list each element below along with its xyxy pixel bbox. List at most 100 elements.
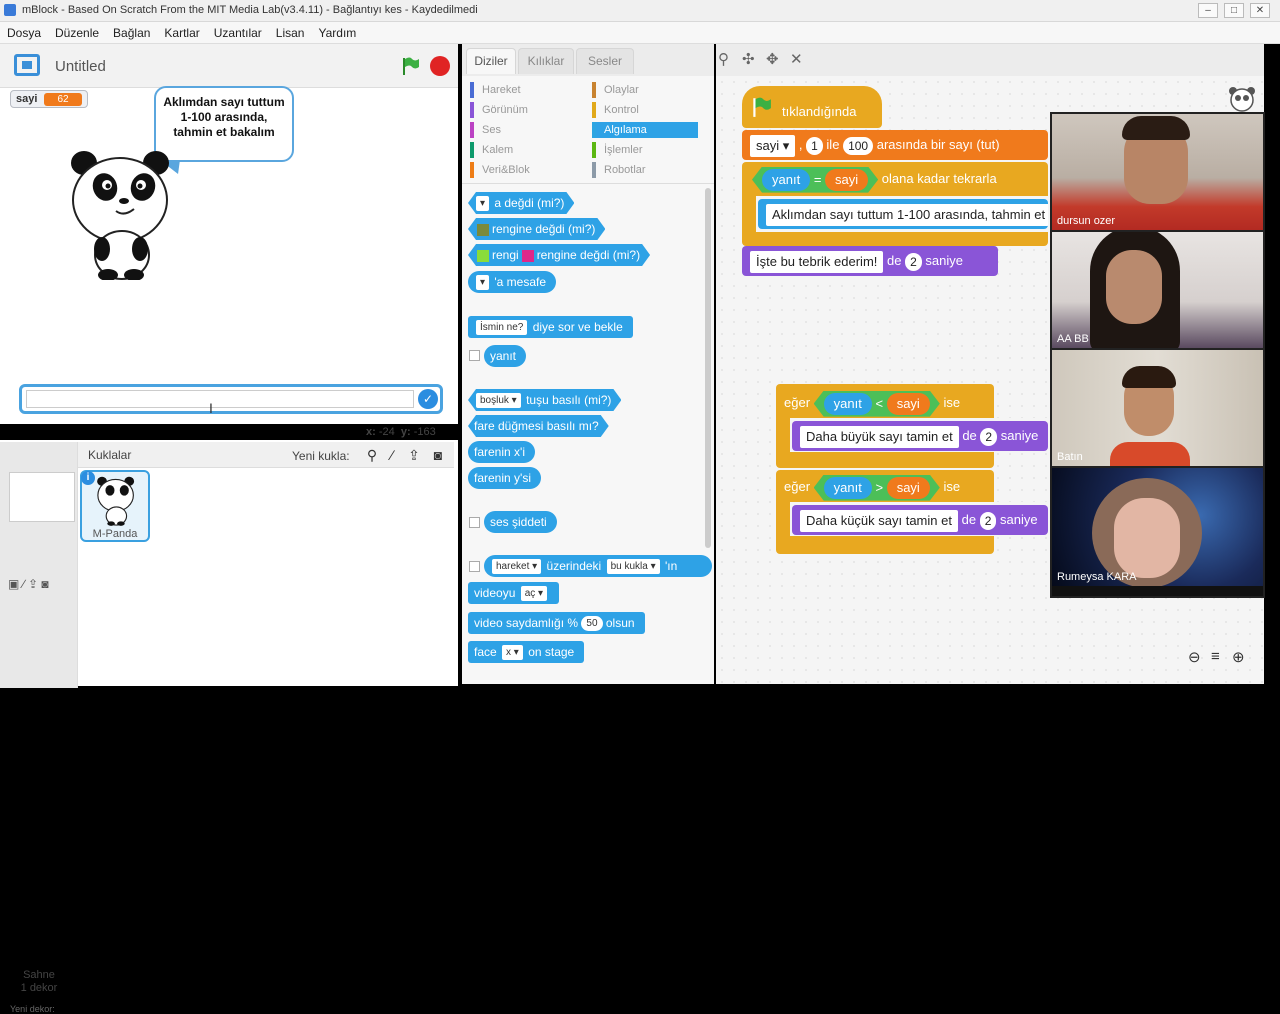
if-greater-header: eğer yanıt > sayi ise [776, 472, 994, 502]
menu-boards[interactable]: Kartlar [157, 22, 206, 40]
variable-monitor: sayi 62 [10, 90, 88, 108]
block-face-on-stage[interactable]: face x ▾ on stage [468, 641, 585, 663]
menu-extensions[interactable]: Uzantılar [207, 22, 269, 40]
ask-block[interactable]: Aklımdan sayı tuttum 1-100 arasında, tah… [758, 199, 1048, 229]
block-touching[interactable]: ▾ a değdi (mi?) [468, 192, 574, 214]
new-backdrop-label: Yeni dekor: [10, 1004, 55, 1014]
answer-input[interactable] [26, 390, 414, 408]
tab-scripts[interactable]: Diziler [466, 48, 516, 74]
participant-shirt [1110, 442, 1190, 466]
menu-file[interactable]: Dosya [0, 22, 48, 40]
zoom-out-icon[interactable]: ⊖ [1188, 648, 1201, 666]
sprites-title: Kuklalar [88, 448, 132, 462]
participant-face [1114, 498, 1180, 578]
say-for-secs-block[interactable]: İşte bu tebrik ederim! de 2 saniye [742, 246, 998, 276]
category-events[interactable]: Olaylar [592, 82, 698, 98]
menu-help[interactable]: Yardım [311, 22, 363, 40]
menu-bar: Dosya Düzenle Bağlan Kartlar Uzantılar Lisan Y… [0, 22, 1280, 44]
sprite-library-icon[interactable]: ⚲ [364, 447, 380, 463]
tab-costumes[interactable]: Kılıklar [518, 48, 574, 74]
block-video-transparency[interactable]: video saydamlığı % 50 olsun [468, 612, 645, 634]
block-distance-to[interactable]: ▾ 'a mesafe [468, 271, 557, 293]
block-touching-color[interactable]: rengine değdi (mi?) [468, 218, 605, 240]
minimize-button[interactable]: – [1198, 3, 1218, 18]
sprite-card[interactable]: i M-Panda [80, 470, 150, 542]
stop-icon[interactable] [430, 56, 450, 76]
duplicate-icon[interactable]: ⚲ [718, 50, 729, 68]
panda-sprite[interactable] [68, 145, 174, 280]
checkbox-video[interactable] [469, 561, 480, 572]
video-tile[interactable]: dursun ozer [1052, 114, 1263, 232]
categories-left: Hareket Görünüm Ses Kalem Veri&Blok [470, 82, 586, 178]
panda-thumbnail [97, 476, 135, 526]
category-sound[interactable]: Ses [470, 122, 586, 138]
answer-box: ✓ [19, 384, 443, 414]
maximize-button[interactable]: □ [1224, 3, 1244, 18]
new-sprite-label: Yeni kukla: [292, 449, 350, 463]
new-backdrop-tools[interactable]: ▣ ∕ ⇪ ◙ [8, 577, 49, 591]
block-ask-and-wait[interactable]: İsmin ne? diye sor ve bekle [468, 316, 633, 338]
block-loudness[interactable]: ses şiddeti [484, 511, 557, 533]
shrink-icon[interactable]: ✕ [790, 50, 803, 68]
block-turn-video[interactable]: videoyu aç ▾ [468, 582, 560, 604]
participant-hair [1122, 116, 1190, 140]
paint-sprite-icon[interactable]: ∕ [384, 447, 400, 463]
video-call-panel: dursun ozer AA BB Batın Rumeysa KARA [1050, 112, 1265, 598]
participant-name: dursun ozer [1057, 215, 1116, 227]
category-looks[interactable]: Görünüm [470, 102, 586, 118]
block-video-on[interactable]: hareket ▾ üzerindeki bu kukla ▾ 'ın [484, 555, 712, 577]
stage-thumbnail[interactable] [9, 472, 75, 522]
category-robots[interactable]: Robotlar [592, 162, 698, 178]
when-flag-clicked-block[interactable]: tıklandığında [742, 86, 882, 128]
menu-connect[interactable]: Bağlan [106, 22, 157, 40]
category-pen[interactable]: Kalem [470, 142, 586, 158]
window-title: mBlock - Based On Scratch From the MIT M… [22, 4, 478, 16]
speech-bubble: Aklımdan sayı tuttum 1-100 arasında, tah… [154, 86, 294, 162]
fullscreen-icon[interactable] [14, 54, 40, 76]
variable-name: sayi [16, 93, 38, 105]
close-button[interactable]: ✕ [1250, 3, 1270, 18]
camera-icon[interactable]: ◙ [430, 447, 446, 463]
zoom-in-icon[interactable]: ⊕ [1232, 648, 1245, 666]
repeat-until-header: yanıt = sayi olana kadar tekrarla [750, 164, 1048, 194]
upload-sprite-icon[interactable]: ⇪ [406, 447, 422, 463]
participant-face [1106, 250, 1162, 324]
checkbox-answer[interactable] [469, 350, 480, 361]
zoom-reset-icon[interactable]: ≡ [1211, 648, 1220, 665]
green-flag-icon [753, 97, 771, 117]
info-icon[interactable]: i [81, 471, 95, 485]
category-sensing[interactable]: Algılama [592, 122, 698, 138]
category-motion[interactable]: Hareket [470, 82, 586, 98]
submit-answer-icon[interactable]: ✓ [418, 389, 438, 409]
block-key-pressed[interactable]: boşluk ▾ tuşu basılı (mi?) [468, 389, 621, 411]
grow-icon[interactable]: ✥ [766, 50, 779, 68]
delete-icon[interactable]: ✣ [742, 50, 755, 68]
menu-edit[interactable]: Düzenle [48, 22, 106, 40]
checkbox-loudness[interactable] [469, 517, 480, 528]
stage-header: Untitled [0, 44, 458, 88]
menu-language[interactable]: Lisan [269, 22, 312, 40]
stage-label: Sahne 1 dekor [20, 969, 58, 994]
block-mouse-x[interactable]: farenin x'i [468, 441, 535, 463]
video-tile[interactable]: AA BB [1052, 232, 1263, 350]
sprite-name: M-Panda [92, 528, 138, 540]
set-var-random-block[interactable]: sayi ▾ , 1 ile 100 arasında bir sayı (tu… [742, 130, 1048, 160]
project-title[interactable]: Untitled [55, 58, 106, 75]
block-mouse-y[interactable]: farenin y'si [468, 467, 541, 489]
category-control[interactable]: Kontrol [592, 102, 698, 118]
tab-sounds[interactable]: Sesler [576, 48, 634, 74]
category-operators[interactable]: İşlemler [592, 142, 698, 158]
participant-name: Batın [1057, 451, 1083, 463]
block-mouse-down[interactable]: fare düğmesi basılı mı? [468, 415, 609, 437]
block-answer[interactable]: yanıt [484, 345, 527, 367]
mouse-coords: x: -24 y: -163 [366, 426, 436, 438]
participant-name: Rumeysa KARA [1057, 571, 1137, 583]
green-flag-icon[interactable] [400, 56, 420, 76]
video-tile[interactable]: Rumeysa KARA [1052, 468, 1263, 586]
video-tile[interactable]: Batın [1052, 350, 1263, 468]
say-bigger-block[interactable]: Daha büyük sayı tamin et de 2 saniye [792, 421, 1048, 451]
block-color-touching-color[interactable]: rengi rengine değdi (mi?) [468, 244, 650, 266]
palette-scrollbar[interactable] [705, 188, 711, 548]
say-smaller-block[interactable]: Daha küçük sayı tamin et de 2 saniye [792, 505, 1048, 535]
category-data[interactable]: Veri&Blok [470, 162, 586, 178]
